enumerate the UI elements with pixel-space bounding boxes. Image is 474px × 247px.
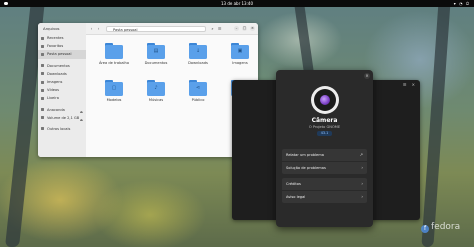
sidebar-item-label: Recentes	[47, 36, 64, 40]
info-group: Créditos › Aviso legal ›	[282, 178, 367, 203]
drive-icon	[41, 116, 44, 120]
folder-document-icon: ▤	[147, 43, 165, 59]
drive-icon	[41, 108, 44, 112]
clock-icon	[41, 36, 44, 40]
path-bar[interactable]: Pasta pessoal	[106, 25, 206, 32]
app-name: Câmera	[311, 117, 338, 124]
legal-label: Aviso legal	[286, 195, 306, 199]
camera-window-controls[interactable]: ☰ ×	[403, 82, 417, 87]
files-title: Arquivos	[43, 26, 60, 31]
sidebar-item-label: Documentos	[47, 63, 70, 68]
image-icon	[41, 80, 44, 84]
back-icon[interactable]: ‹	[89, 26, 94, 32]
header-bar: ‹ › Pasta pessoal ⌕ ☰ – □ ×	[86, 23, 258, 35]
sidebar-item[interactable]: Imagens	[38, 78, 86, 86]
folder-icon	[105, 43, 123, 59]
sidebar-item-label: Pasta pessoal	[47, 52, 72, 57]
sidebar-item[interactable]: Downloads	[38, 70, 86, 78]
star-icon	[41, 44, 44, 48]
support-group: Relatar um problema ↗ Solução de problem…	[282, 149, 367, 174]
folder-label: Documentos	[144, 61, 168, 65]
sidebar-item-label: Vídeos	[47, 88, 60, 93]
folder-label: Imagens	[232, 61, 248, 65]
folder-download-icon: ↓	[189, 43, 207, 59]
minimize-icon[interactable]: –	[234, 26, 239, 31]
folder-item[interactable]: ♪ Músicas	[138, 78, 174, 114]
folder-item[interactable]: ▣ Imagens	[222, 41, 258, 77]
plus-icon	[41, 127, 44, 131]
forward-icon[interactable]: ›	[96, 26, 101, 32]
files-sidebar: Arquivos Recentes Favoritos Pasta pessoal D…	[38, 23, 86, 157]
camera-app-icon	[311, 86, 339, 114]
credits-row[interactable]: Créditos ›	[282, 178, 367, 190]
path-label: Pasta pessoal	[113, 27, 138, 32]
folder-label: Modelos	[106, 98, 122, 102]
folder-item[interactable]: ↓ Downloads	[180, 41, 216, 77]
legal-row[interactable]: Aviso legal ›	[282, 190, 367, 203]
sidebar-item-label: Downloads	[47, 71, 67, 76]
video-icon	[41, 88, 44, 92]
sidebar-item[interactable]: Volume de 2,1 GB ⏏	[38, 114, 86, 122]
sidebar-item[interactable]: Vídeos	[38, 86, 86, 94]
sidebar-item[interactable]: Favoritos	[38, 42, 86, 50]
chevron-right-icon: ›	[361, 181, 363, 186]
report-issue-label: Relatar um problema	[286, 153, 324, 157]
maximize-icon[interactable]: □	[242, 26, 247, 31]
chevron-right-icon: ›	[361, 194, 363, 199]
view-icon[interactable]: ☰	[217, 26, 222, 32]
fedora-text: fedora	[431, 222, 461, 232]
credits-label: Créditos	[286, 182, 301, 186]
sidebar-item-label: Imagens	[47, 79, 63, 84]
chevron-right-icon: ›	[361, 165, 363, 170]
folder-label: Músicas	[148, 98, 164, 102]
top-bar: 13 de abr 13:40 ▾ ◔ ⏻	[0, 0, 474, 7]
folder-label: Área de trabalho	[98, 61, 130, 65]
close-icon[interactable]: ×	[364, 73, 370, 79]
eject-icon[interactable]: ⏏	[80, 116, 83, 124]
fedora-icon: f	[421, 225, 429, 233]
sidebar-item[interactable]: Anaconda ⏏	[38, 106, 86, 114]
folder-item[interactable]: ⋖ Público	[180, 78, 216, 114]
sidebar-item-label: Outros locais	[47, 126, 71, 131]
developer-name: O Projeto GNOME	[308, 125, 341, 129]
sidebar-item-label: Favoritos	[47, 44, 64, 49]
version-badge[interactable]: 43.1	[317, 131, 332, 136]
troubleshooting-label: Solução de problemas	[286, 166, 326, 170]
external-link-icon: ↗	[359, 152, 363, 157]
clock[interactable]: 13 de abr 13:40	[0, 0, 474, 7]
sidebar-item[interactable]: Pasta pessoal	[38, 50, 86, 59]
folder-item[interactable]: ▢ Modelos	[96, 78, 132, 114]
sidebar-item[interactable]: Recentes	[38, 34, 86, 42]
folder-template-icon: ▢	[105, 80, 123, 96]
sidebar-item-label: Volume de 2,1 GB	[47, 115, 80, 120]
folder-music-icon: ♪	[147, 80, 165, 96]
search-icon[interactable]: ⌕	[210, 26, 215, 32]
trash-icon	[41, 96, 44, 100]
sidebar-item-label: Anaconda	[47, 107, 65, 112]
folder-label: Público	[191, 98, 205, 102]
close-icon[interactable]: ×	[250, 26, 255, 31]
sidebar-item-label: Lixeira	[47, 96, 59, 101]
about-dialog: × Câmera O Projeto GNOME 43.1 Relatar um…	[276, 70, 373, 227]
files-window: Arquivos Recentes Favoritos Pasta pessoal D…	[38, 23, 258, 157]
document-icon	[41, 64, 44, 68]
folder-image-icon: ▣	[231, 43, 249, 59]
home-icon	[41, 52, 44, 56]
sidebar-list: Recentes Favoritos Pasta pessoal Documentos…	[38, 34, 86, 133]
report-issue-row[interactable]: Relatar um problema ↗	[282, 149, 367, 161]
folder-item[interactable]: Área de trabalho	[96, 41, 132, 77]
folder-label: Downloads	[188, 61, 208, 65]
folder-share-icon: ⋖	[189, 80, 207, 96]
download-icon	[41, 72, 44, 76]
fedora-logo: f fedora	[421, 222, 460, 233]
sidebar-item[interactable]: Lixeira	[38, 94, 86, 102]
sidebar-item[interactable]: Documentos	[38, 62, 86, 70]
system-menu[interactable]: ▾ ◔ ⏻	[454, 0, 470, 7]
folder-item[interactable]: ▤ Documentos	[138, 41, 174, 77]
sidebar-item[interactable]: Outros locais	[38, 125, 86, 133]
tree-trunk	[421, 0, 451, 247]
troubleshooting-row[interactable]: Solução de problemas ›	[282, 161, 367, 174]
